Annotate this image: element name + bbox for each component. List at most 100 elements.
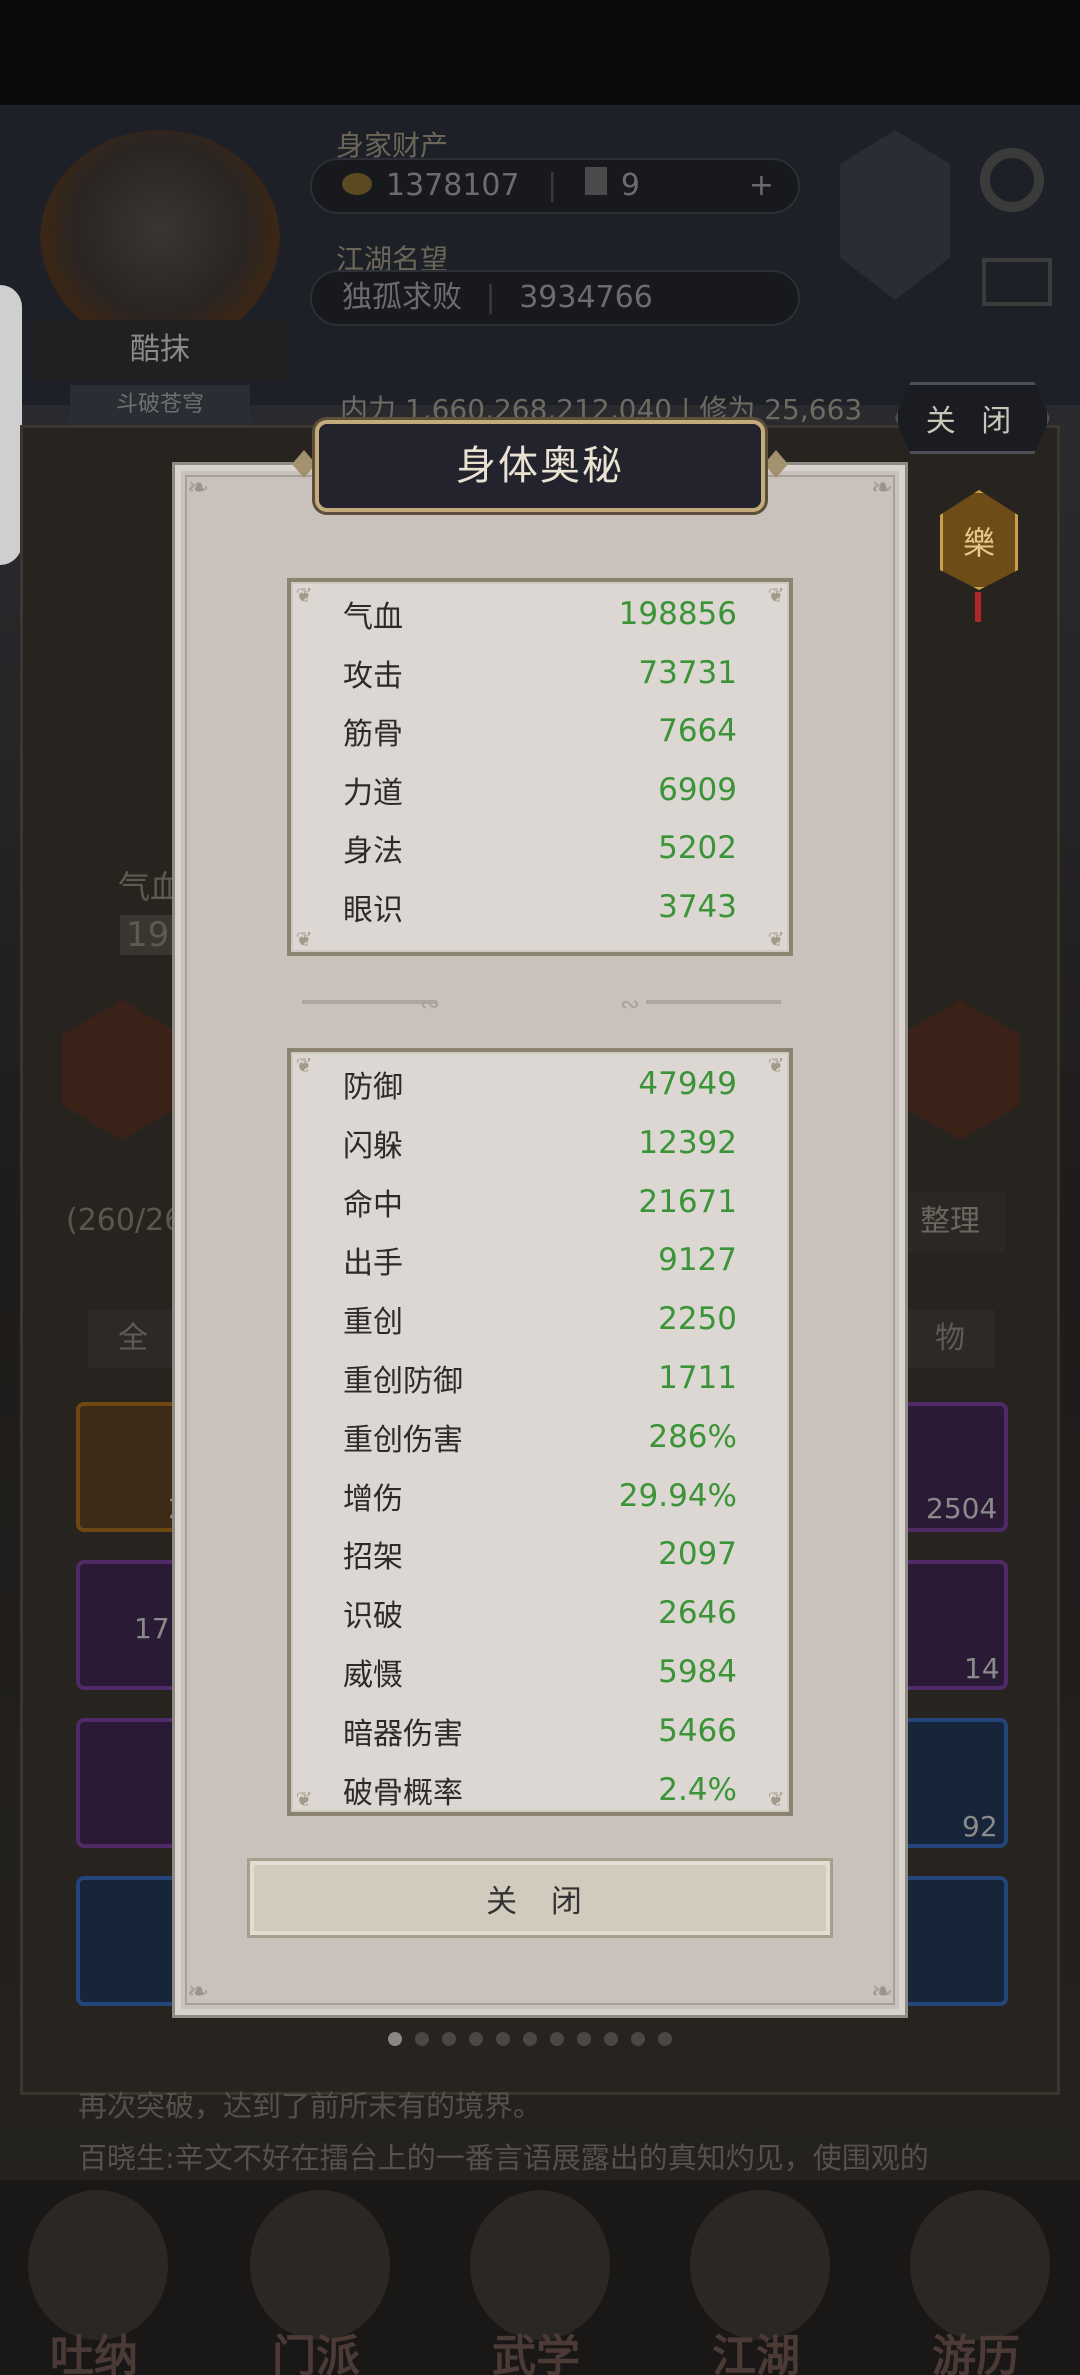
add-currency-button[interactable]: + — [749, 160, 774, 212]
stat-row: 威慑 5984 — [343, 1652, 737, 1693]
stat-value: 47949 — [638, 1066, 737, 1102]
player-name: 酷抹 — [30, 320, 290, 380]
nav-travel-button[interactable] — [910, 2190, 1050, 2340]
stat-value: 7664 — [658, 713, 737, 750]
stat-name: 破骨概率 — [343, 1775, 463, 1811]
stat-name: 闪躲 — [343, 1128, 403, 1164]
side-drawer-handle[interactable] — [0, 285, 22, 565]
stat-row: 身法 5202 — [343, 828, 737, 869]
page-dot[interactable] — [442, 2032, 456, 2046]
player-subtitle: 斗破苍穹 — [70, 385, 250, 425]
top-close-button[interactable]: 关 闭 — [895, 382, 1050, 454]
nav-tuna-button[interactable] — [28, 2190, 168, 2340]
stat-value: 5984 — [658, 1654, 737, 1690]
page-dot[interactable] — [577, 2032, 591, 2046]
stat-row: 出手 9127 — [343, 1240, 737, 1282]
stat-row: 重创 2250 — [343, 1299, 737, 1341]
divider-ornament: ∾ — [420, 990, 441, 1018]
coin-count: 1378107 — [386, 168, 520, 203]
corner-ornament: ❧ — [187, 473, 209, 503]
corner-ornament: ❧ — [187, 1977, 209, 2007]
inventory-slot[interactable] — [898, 1876, 1008, 2006]
stat-name: 眼识 — [343, 893, 403, 928]
nav-jianghu-button[interactable] — [690, 2190, 830, 2340]
page-indicator — [388, 2032, 672, 2046]
player-avatar[interactable] — [40, 130, 280, 350]
corner-ornament: ❧ — [871, 473, 893, 503]
stat-value: 12392 — [638, 1124, 737, 1161]
stat-row: 命中 21671 — [343, 1182, 737, 1223]
tidy-button[interactable]: 整理 — [895, 1192, 1005, 1252]
nav-sect-button[interactable] — [250, 2190, 390, 2340]
close-button[interactable]: 关 闭 — [247, 1858, 833, 1938]
stat-value: 73731 — [638, 654, 737, 691]
stat-row: 闪躲 12392 — [343, 1123, 737, 1164]
secondary-stats-box[interactable]: ❦ ❦ ❦ ❦ 防御 47949 闪躲 12392 命中 21671 出手 9127 重创 225… — [287, 1048, 793, 1816]
slot-count: 2504 — [926, 1492, 998, 1525]
gear-icon[interactable] — [980, 148, 1044, 212]
page-dot[interactable] — [496, 2032, 510, 2046]
reputation-box: 独孤求败 | 3934766 — [310, 270, 800, 326]
stat-value: 1711 — [658, 1360, 737, 1396]
reputation-title: 独孤求败 — [342, 280, 462, 315]
stat-value: 6909 — [658, 771, 737, 808]
stat-name: 出手 — [343, 1246, 403, 1282]
corner-ornament: ❧ — [871, 1977, 893, 2007]
nav-label: 江湖 — [712, 2331, 800, 2375]
ticket-icon — [584, 167, 607, 195]
stat-row: 筋骨 7664 — [343, 711, 737, 753]
stat-value: 5466 — [658, 1712, 737, 1749]
slot-count: 17 — [134, 1612, 170, 1645]
coin-icon — [342, 173, 372, 195]
divider-ornament: ∾ — [620, 990, 641, 1018]
page-dot[interactable] — [523, 2032, 537, 2046]
stat-name: 命中 — [343, 1187, 403, 1223]
stat-name: 筋骨 — [343, 717, 403, 753]
stat-value: 198856 — [618, 596, 737, 632]
page-dot[interactable] — [604, 2032, 618, 2046]
stat-name: 增伤 — [343, 1481, 403, 1517]
bag-count: (260/26 — [66, 1203, 184, 1238]
divider-left — [302, 1000, 437, 1004]
slot-count: 92 — [962, 1810, 998, 1843]
stat-name: 识破 — [343, 1599, 403, 1635]
stat-name: 招架 — [343, 1540, 403, 1576]
story-text: 百晓生:辛文不好在擂台上的一番言语展露出的真知灼见，使围观的 — [78, 2141, 929, 2175]
stat-value: 5202 — [658, 830, 737, 867]
page-dot[interactable] — [415, 2032, 429, 2046]
mail-icon[interactable] — [982, 258, 1052, 306]
stat-name: 重创 — [343, 1305, 403, 1341]
stat-row: 增伤 29.94% — [343, 1476, 737, 1517]
stat-row: 力道 6909 — [343, 770, 737, 811]
stat-value: 9127 — [658, 1242, 737, 1279]
stat-value: 21671 — [638, 1183, 737, 1220]
nav-label: 吐纳 — [50, 2331, 138, 2375]
stat-row: 破骨概率 2.4% — [343, 1770, 737, 1811]
inventory-slot[interactable] — [76, 1718, 186, 1848]
inventory-slot[interactable] — [76, 1876, 186, 2006]
nav-label: 游历 — [932, 2331, 1020, 2375]
nav-martial-button[interactable] — [470, 2190, 610, 2340]
stat-row: 防御 47949 — [343, 1064, 737, 1105]
ticket-count: 9 — [620, 168, 640, 203]
filter-all-tab[interactable]: 全 — [88, 1310, 178, 1368]
divider-right — [646, 1000, 781, 1004]
stat-value: 2.4% — [658, 1771, 737, 1808]
page-dot[interactable] — [658, 2032, 672, 2046]
page-dot[interactable] — [388, 2032, 402, 2046]
stat-name: 重创防御 — [343, 1364, 463, 1399]
stat-row: 气血 198856 — [343, 594, 737, 635]
stat-name: 重创伤害 — [343, 1422, 463, 1458]
page-dot[interactable] — [469, 2032, 483, 2046]
stat-name: 攻击 — [343, 658, 403, 694]
stat-value: 2250 — [658, 1301, 737, 1338]
stat-name: 威慑 — [343, 1658, 403, 1693]
dialog-title: 身体奥秘 — [315, 420, 765, 512]
stat-value: 3743 — [658, 889, 737, 925]
stat-name: 力道 — [343, 775, 403, 811]
page-dot[interactable] — [631, 2032, 645, 2046]
stat-row: 重创伤害 286% — [343, 1417, 737, 1458]
stat-name: 气血 — [343, 600, 403, 635]
page-dot[interactable] — [550, 2032, 564, 2046]
filter-items-tab[interactable]: 物 — [905, 1310, 995, 1368]
